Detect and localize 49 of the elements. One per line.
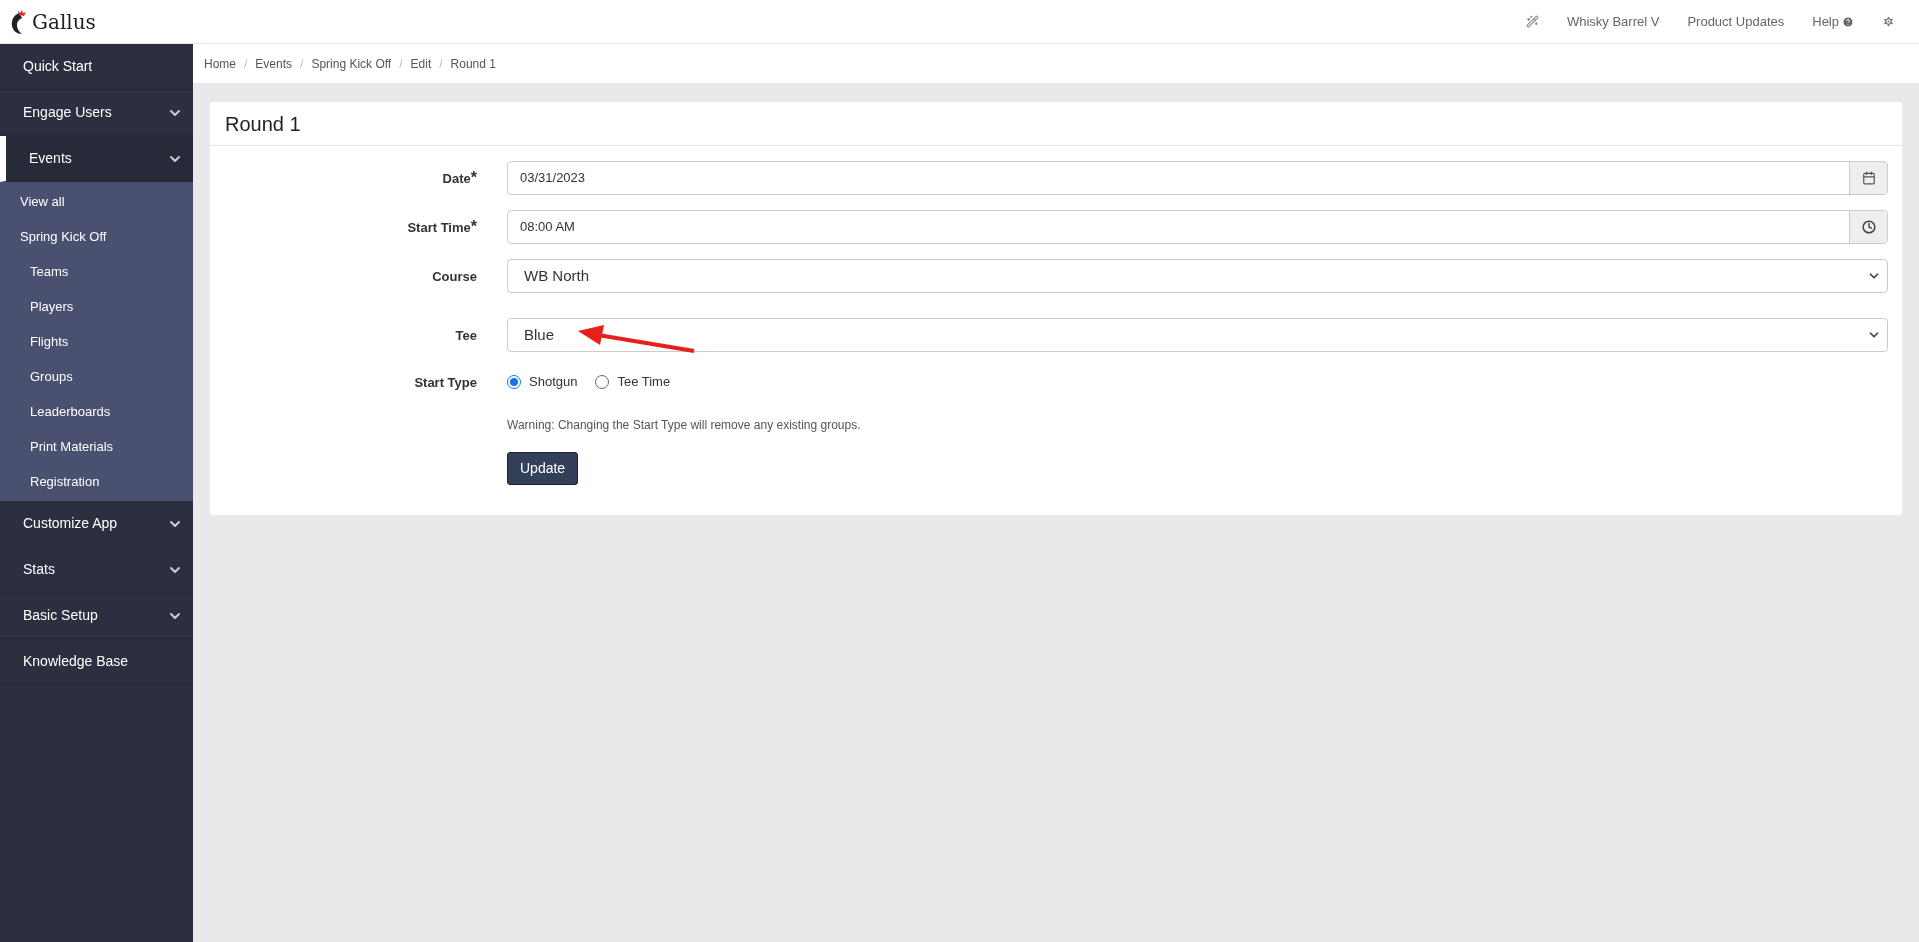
top-nav-link[interactable]: Whisky Barrel V xyxy=(1566,11,1660,32)
field-label: Date xyxy=(442,171,471,186)
calendar-icon[interactable] xyxy=(1849,162,1887,194)
breadcrumb-link[interactable]: Home xyxy=(204,54,236,73)
radio-option[interactable]: Tee Time xyxy=(595,372,671,392)
sidebar-item[interactable]: Basic Setup xyxy=(0,593,193,639)
breadcrumb-link[interactable]: Spring Kick Off xyxy=(311,54,392,73)
update-button[interactable]: Update xyxy=(507,452,579,485)
breadcrumb-separator: / xyxy=(244,55,248,73)
settings-icon[interactable] xyxy=(1882,15,1895,28)
sidebar-item[interactable]: Knowledge Base xyxy=(0,639,193,685)
magic-wand-icon[interactable] xyxy=(1525,15,1539,28)
clock-icon[interactable] xyxy=(1849,211,1887,243)
date-field[interactable]: 03/31/2023 xyxy=(507,161,1888,195)
sidebar-subitem[interactable]: Spring Kick Off xyxy=(0,219,193,254)
help-icon[interactable] xyxy=(1842,15,1854,28)
sidebar-subitem[interactable]: Teams xyxy=(0,254,193,289)
sidebar-subitem[interactable]: Players xyxy=(0,289,193,324)
required-mark: * xyxy=(470,169,477,186)
field-label: Start Type xyxy=(414,375,477,390)
breadcrumb-separator: / xyxy=(439,55,443,73)
breadcrumb-link[interactable]: Round 1 xyxy=(450,54,496,73)
brand-name[interactable]: Gallus xyxy=(32,6,96,37)
card-title: Round 1 xyxy=(225,111,301,137)
field-label: Course xyxy=(432,269,477,284)
field-label: Start Time xyxy=(407,220,471,235)
sidebar-subitem[interactable]: View all xyxy=(0,184,193,219)
sidebar-subitem[interactable]: Leaderboards xyxy=(0,394,193,429)
top-nav-link[interactable]: Product Updates xyxy=(1687,11,1785,32)
breadcrumb-link[interactable]: Events xyxy=(255,54,293,73)
sidebar-subitem[interactable]: Print Materials xyxy=(0,429,193,464)
help-link[interactable]: Help xyxy=(1812,11,1839,32)
breadcrumb-link[interactable]: Edit xyxy=(410,54,432,73)
warning-text: Warning: Changing the Start Type will remove any existing groups. xyxy=(507,418,861,432)
field-label: Tee xyxy=(455,328,477,343)
breadcrumb-separator: / xyxy=(399,55,403,73)
required-mark: * xyxy=(470,218,477,235)
select-field[interactable]: WB North xyxy=(507,259,1888,293)
sidebar-subitem[interactable]: Registration xyxy=(0,464,193,499)
radio-option[interactable]: Shotgun xyxy=(507,372,578,392)
sidebar-item[interactable]: Events xyxy=(0,136,193,182)
select-field[interactable]: Blue xyxy=(507,318,1888,352)
rooster-logo-icon xyxy=(10,8,28,35)
sidebar-subitem[interactable]: Groups xyxy=(0,359,193,394)
sidebar-subitem[interactable]: Flights xyxy=(0,324,193,359)
sidebar-item[interactable]: Stats xyxy=(0,547,193,593)
sidebar-item[interactable]: Customize App xyxy=(0,501,193,547)
breadcrumb-separator: / xyxy=(300,55,304,73)
time-field[interactable]: 08:00 AM xyxy=(507,210,1888,244)
